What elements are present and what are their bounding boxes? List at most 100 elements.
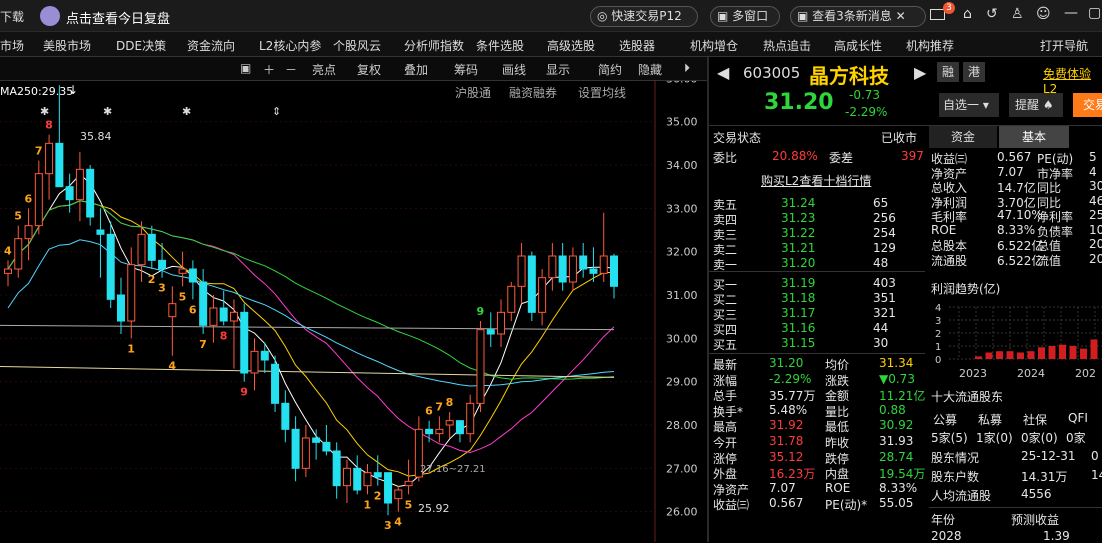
- trial-link[interactable]: 免费体验L2: [1043, 65, 1102, 96]
- diff-value: 397: [901, 149, 924, 163]
- alert-button[interactable]: 提醒 ♠: [1009, 93, 1063, 117]
- profit-y-tick: 2: [935, 329, 941, 340]
- profit-bar: [1027, 351, 1035, 359]
- minus-icon[interactable]: －: [285, 61, 297, 78]
- candle-body: [260, 350, 269, 361]
- bid-price: 31.17: [781, 306, 816, 320]
- quick-trade-button[interactable]: ◎ 快速交易P12: [590, 6, 698, 27]
- bid-price: 31.15: [781, 336, 816, 350]
- menu-item[interactable]: 条件选股: [476, 37, 524, 54]
- chart-area[interactable]: 36.00 35.00 34.00 33.00 32.00 31.00 30.00 29.00…: [0, 81, 707, 542]
- ma20-line: [7, 200, 615, 454]
- candle-body: [497, 311, 506, 335]
- y-tick-label: 27.00: [666, 462, 698, 475]
- bid-volume: 403: [873, 276, 896, 290]
- candlestick-chart[interactable]: 36.00 35.00 34.00 33.00 32.00 31.00 30.00 29.00…: [0, 81, 707, 542]
- stat-value: 0.567: [769, 496, 804, 511]
- tool-button[interactable]: 隐藏: [638, 61, 662, 78]
- tool-button[interactable]: 复权: [357, 61, 381, 78]
- download-label[interactable]: 下载: [0, 8, 24, 25]
- tool-button[interactable]: 简约: [598, 61, 622, 78]
- candle-body: [568, 255, 577, 283]
- minimize-icon[interactable]: —: [1064, 5, 1078, 21]
- diff-label: 委差: [829, 151, 854, 165]
- td-count-label: 4: [4, 244, 12, 257]
- td-count-label: 7: [35, 145, 43, 158]
- user-icon[interactable]: ☺: [1036, 6, 1051, 22]
- profit-year: 202: [1075, 367, 1096, 380]
- candle-body: [96, 229, 105, 235]
- td-count-label: 8: [446, 396, 454, 409]
- review-link[interactable]: 点击查看今日复盘: [66, 8, 170, 27]
- menu-item[interactable]: 资金流向: [187, 37, 235, 54]
- tab-basic[interactable]: 基本: [999, 126, 1069, 148]
- menu-item[interactable]: 个股风云: [333, 37, 381, 54]
- expand-icon[interactable]: ⏵: [684, 61, 690, 76]
- layout-icon[interactable]: ▣: [240, 61, 251, 75]
- next-arrow[interactable]: ▶: [914, 63, 926, 82]
- menu-item[interactable]: DDE决策: [116, 37, 166, 54]
- l2-link[interactable]: 购买L2查看十档行情: [761, 172, 871, 189]
- tool-button[interactable]: 叠加: [404, 61, 428, 78]
- sublink[interactable]: 融资融券: [509, 84, 557, 101]
- menu-bar: 市场 美股市场 DDE决策 资金流向 L2核心内参 个股风云 分析师指数 条件选…: [0, 32, 1102, 57]
- stat-value: 30.92: [879, 418, 914, 433]
- menu-item[interactable]: 市场: [0, 37, 24, 54]
- sublink[interactable]: 沪股通: [455, 84, 491, 101]
- tool-button[interactable]: 画线: [502, 61, 526, 78]
- maximize-icon[interactable]: ▢: [1088, 5, 1101, 21]
- ask-price: 31.24: [781, 196, 816, 210]
- menu-item[interactable]: 高成长性: [834, 37, 882, 54]
- candle-body: [158, 259, 167, 270]
- tool-button[interactable]: 亮点: [312, 61, 336, 78]
- y-tick-label: 31.00: [666, 289, 698, 302]
- tab-fund[interactable]: 资金: [929, 126, 997, 148]
- menu-item[interactable]: 打开导航: [1040, 37, 1088, 54]
- tag-gang[interactable]: 港: [963, 62, 985, 82]
- stat-label: ROE: [825, 480, 851, 495]
- menu-item[interactable]: 美股市场: [43, 37, 91, 54]
- fund-value: 47.10%: [997, 208, 1043, 222]
- menu-item[interactable]: 分析师指数: [404, 37, 464, 54]
- candle-body: [507, 285, 516, 313]
- menu-item[interactable]: 选股器: [619, 37, 655, 54]
- candle-body: [322, 441, 331, 452]
- tool-button[interactable]: 显示: [546, 61, 570, 78]
- prev-arrow[interactable]: ◀: [717, 63, 729, 82]
- holder-head: 社保: [1023, 413, 1048, 427]
- menu-item[interactable]: L2核心内参: [259, 37, 321, 54]
- shirt-icon[interactable]: ♙: [1011, 6, 1024, 22]
- profit-year: 2024: [1017, 367, 1045, 380]
- plus-icon[interactable]: ＋: [263, 61, 275, 78]
- stat-label: 收益㈢: [713, 498, 750, 513]
- menu-item[interactable]: 机构推荐: [906, 37, 954, 54]
- stat-value: 35.12: [769, 449, 804, 464]
- sublink[interactable]: 设置均线: [578, 84, 626, 101]
- news-button[interactable]: ▣ 查看3条新消息 ✕: [790, 6, 926, 27]
- menu-item[interactable]: 高级选股: [547, 37, 595, 54]
- td-count-label: 5: [179, 290, 187, 303]
- menu-item[interactable]: 热点追击: [763, 37, 811, 54]
- menu-item[interactable]: 机构增仓: [690, 37, 738, 54]
- fund-label: 流通股: [931, 253, 968, 268]
- multi-window-button[interactable]: ▣ 多窗口: [710, 6, 780, 27]
- td-count-label: 9: [476, 305, 484, 318]
- trade-button[interactable]: 交易: [1073, 93, 1102, 117]
- stat-label: PE(动)*: [825, 498, 868, 513]
- stat-value: 31.34: [879, 356, 914, 370]
- profit-bar: [1080, 348, 1087, 359]
- tag-rong[interactable]: 融: [937, 62, 959, 82]
- holder-head: 私募: [978, 413, 1003, 427]
- candle-body: [425, 428, 434, 435]
- candle-body: [147, 233, 156, 261]
- candle-body: [301, 437, 310, 469]
- profit-bar: [1006, 351, 1014, 359]
- tool-button[interactable]: 筹码: [454, 61, 478, 78]
- holder-head: QFI: [1068, 411, 1088, 425]
- home-icon[interactable]: ⌂: [963, 6, 972, 22]
- chart-toolbar: ▣ ＋ － 亮点 复权 叠加 筹码 画线 显示 简约 隐藏 ⏵: [0, 57, 707, 81]
- profit-bar: [1048, 346, 1056, 359]
- holder-row-value: 4556: [1021, 487, 1052, 501]
- watch-dropdown[interactable]: 自选一 ▾: [939, 93, 999, 117]
- back-icon[interactable]: ↺: [986, 6, 998, 22]
